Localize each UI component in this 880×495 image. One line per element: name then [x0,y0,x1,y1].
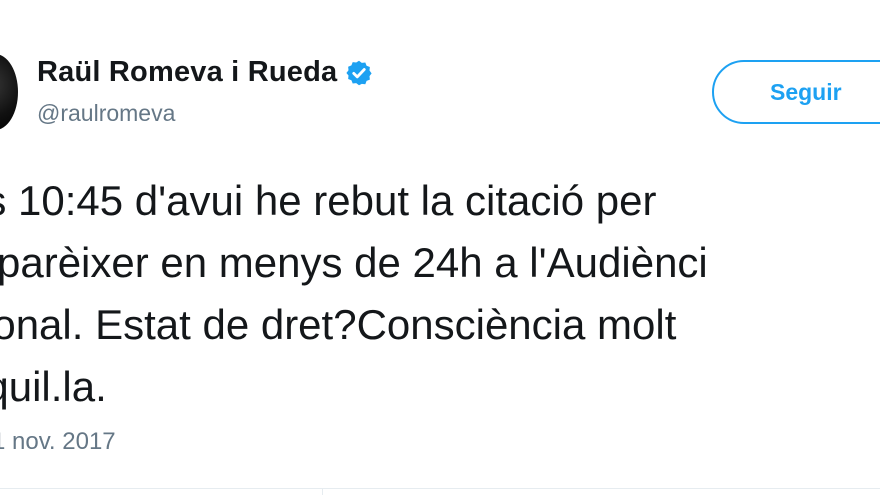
tweet-text: es 10:45 d'avui he rebut la citació per … [0,177,708,410]
avatar[interactable] [0,54,18,130]
verified-badge-icon [345,59,373,87]
tweet-date[interactable]: 1 nov. 2017 [0,428,116,456]
follow-button[interactable]: Seguir [712,60,880,124]
author-display-name[interactable]: Raül Romeva i Rueda [37,56,337,89]
divider [0,488,880,489]
author-name-row[interactable]: Raül Romeva i Rueda [37,56,373,89]
author-handle[interactable]: @raulromeva [37,100,175,127]
divider-tick [322,488,323,495]
